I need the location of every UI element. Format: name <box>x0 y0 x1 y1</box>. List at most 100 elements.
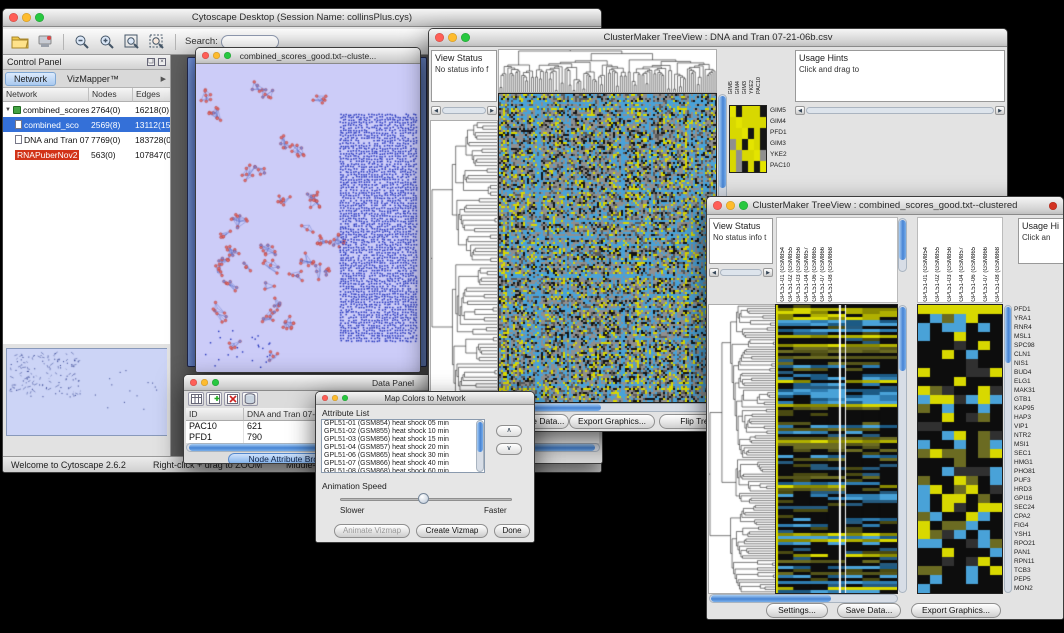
zoom-in-button[interactable] <box>96 32 118 52</box>
select-attributes-button[interactable] <box>188 392 204 406</box>
export-graphics-button[interactable]: Export Graphics... <box>569 414 655 429</box>
gene-label: PUF3 <box>1014 476 1062 485</box>
delete-attribute-button[interactable] <box>224 392 240 406</box>
status-scrollbar: ◀ ▶ <box>431 105 497 116</box>
zoom-vertical-scrollbar[interactable] <box>1004 305 1012 593</box>
column-header-nodes[interactable]: Nodes <box>89 88 133 102</box>
heatmap[interactable] <box>776 305 897 593</box>
column-header-network[interactable]: Network <box>3 88 89 102</box>
maximize-icon[interactable] <box>342 395 348 401</box>
map-dialog-titlebar[interactable]: Map Colors to Network <box>316 392 534 405</box>
attribute-list-item[interactable]: GPL51-01 (GSM854) heat shock 05 min <box>322 420 484 428</box>
minimize-icon[interactable] <box>22 13 31 22</box>
import-button[interactable] <box>34 32 56 52</box>
close-icon[interactable] <box>202 52 209 59</box>
column-label: GPL51-06 (GSM865 <box>811 247 819 302</box>
attribute-list-item[interactable]: GPL51-08 (GSM868) heat shock 60 min <box>322 468 484 473</box>
scroll-right-icon[interactable]: ▶ <box>763 268 773 277</box>
minimize-icon[interactable] <box>213 52 220 59</box>
heatmap[interactable] <box>499 94 716 402</box>
scroll-right-icon[interactable]: ▶ <box>487 106 497 115</box>
scroll-track[interactable] <box>720 269 762 276</box>
treeview-combined-titlebar[interactable]: ClusterMaker TreeView : combined_scores_… <box>707 197 1063 215</box>
main-titlebar[interactable]: Cytoscape Desktop (Session Name: collins… <box>3 9 601 27</box>
move-up-button[interactable]: ∧ <box>496 425 522 437</box>
column-label: GPL51-02 (GSM855 <box>787 247 795 302</box>
column-header-edges[interactable]: Edges <box>133 88 170 102</box>
column-dendrogram[interactable] <box>499 50 716 92</box>
create-vizmap-button[interactable]: Create Vizmap <box>416 524 488 538</box>
column-label: GPL51-04 (GSM857 <box>803 247 811 302</box>
zoom-fit-button[interactable] <box>121 32 143 52</box>
heatmap-vertical-scrollbar[interactable] <box>898 305 907 593</box>
attribute-list-item[interactable]: GPL51-06 (GSM865) heat shock 30 min <box>322 452 484 460</box>
tab-vizmapper[interactable]: VizMapper™ <box>58 72 128 86</box>
open-file-button[interactable] <box>9 32 31 52</box>
maximize-icon[interactable] <box>461 33 470 42</box>
tab-overflow-icon[interactable]: ▶ <box>161 75 168 83</box>
heatmap-horizontal-scrollbar[interactable] <box>709 594 898 603</box>
close-icon[interactable] <box>435 33 444 42</box>
scroll-right-icon[interactable]: ▶ <box>995 106 1005 115</box>
network-list-item-selected[interactable]: combined_sco 2569(8) 13112(15) <box>3 117 170 132</box>
close-panel-icon[interactable]: × <box>158 58 166 66</box>
close-icon[interactable] <box>9 13 18 22</box>
network-overview-pane[interactable] <box>6 348 167 436</box>
network-list-item[interactable]: ▼combined_scores 2764(0) 16218(0) <box>3 102 170 117</box>
save-data-button[interactable]: Save Data... <box>837 603 901 618</box>
attribute-list-item[interactable]: GPL51-04 (GSM857) heat shock 20 min <box>322 444 484 452</box>
zoom-heatmap[interactable] <box>730 106 766 172</box>
minimize-icon[interactable] <box>332 395 338 401</box>
create-attribute-button[interactable] <box>206 392 222 406</box>
minimize-icon[interactable] <box>448 33 457 42</box>
export-graphics-button[interactable]: Export Graphics... <box>911 603 1001 618</box>
float-panel-icon[interactable]: ❏ <box>147 58 155 66</box>
attribute-list-scrollbar[interactable] <box>476 420 484 472</box>
network-view-titlebar[interactable]: combined_scores_good.txt--cluste... <box>196 48 420 64</box>
maximize-icon[interactable] <box>35 13 44 22</box>
grid-delete-icon <box>227 394 238 404</box>
tab-network[interactable]: Network <box>5 72 56 86</box>
speed-slider-thumb[interactable] <box>418 493 429 504</box>
view-status-title: View Status <box>435 53 493 63</box>
row-id: PAC10 <box>186 421 244 432</box>
expand-icon[interactable]: ▼ <box>5 107 11 113</box>
import-matrix-button[interactable] <box>242 392 258 406</box>
attribute-list-item[interactable]: GPL51-03 (GSM856) heat shock 15 min <box>322 436 484 444</box>
close-icon[interactable] <box>190 379 197 386</box>
column-label-scrollbar[interactable] <box>898 218 907 272</box>
settings-button[interactable]: Settings... <box>766 603 828 618</box>
move-down-button[interactable]: ∨ <box>496 443 522 455</box>
zoom-heatmap[interactable] <box>918 305 1002 593</box>
treeview-combined-body: View Status No status info t ◀ ▶ GPL51-0… <box>707 215 1063 619</box>
done-button[interactable]: Done <box>494 524 530 538</box>
maximize-icon[interactable] <box>739 201 748 210</box>
treeview-dna-titlebar[interactable]: ClusterMaker TreeView : DNA and Tran 07-… <box>429 29 1007 47</box>
minimize-icon[interactable] <box>201 379 208 386</box>
maximize-icon[interactable] <box>224 52 231 59</box>
network-canvas[interactable] <box>196 64 420 373</box>
scroll-left-icon[interactable]: ◀ <box>431 106 441 115</box>
minimize-icon[interactable] <box>726 201 735 210</box>
close-icon[interactable] <box>713 201 722 210</box>
attribute-list-item[interactable]: GPL51-02 (GSM855) heat shock 10 min <box>322 428 484 436</box>
maximize-icon[interactable] <box>212 379 219 386</box>
grid-plus-icon <box>209 394 220 404</box>
scroll-track[interactable] <box>442 107 486 114</box>
scroll-track[interactable] <box>806 107 994 114</box>
network-overview-canvas[interactable] <box>7 349 167 435</box>
row-dendrogram[interactable] <box>431 121 497 402</box>
column-label: GPL51-04 (GSM857 <box>956 247 968 302</box>
network-list-item[interactable]: DNA and Tran 07 7769(0) 183728(0) <box>3 132 170 147</box>
zoom-out-button[interactable] <box>71 32 93 52</box>
zoom-selected-button[interactable] <box>146 32 168 52</box>
gene-label: TCB3 <box>1014 566 1062 575</box>
attribute-list-item[interactable]: GPL51-07 (GSM866) heat shock 40 min <box>322 460 484 468</box>
grid-icon <box>191 394 202 404</box>
scroll-left-icon[interactable]: ◀ <box>709 268 719 277</box>
close-icon[interactable] <box>322 395 328 401</box>
row-dendrogram[interactable] <box>709 305 775 593</box>
node-count: 563(0) <box>89 150 133 160</box>
column-header-id[interactable]: ID <box>186 408 244 421</box>
network-list-item[interactable]: RNAPuberNov2 563(0) 107847(0) <box>3 147 170 162</box>
